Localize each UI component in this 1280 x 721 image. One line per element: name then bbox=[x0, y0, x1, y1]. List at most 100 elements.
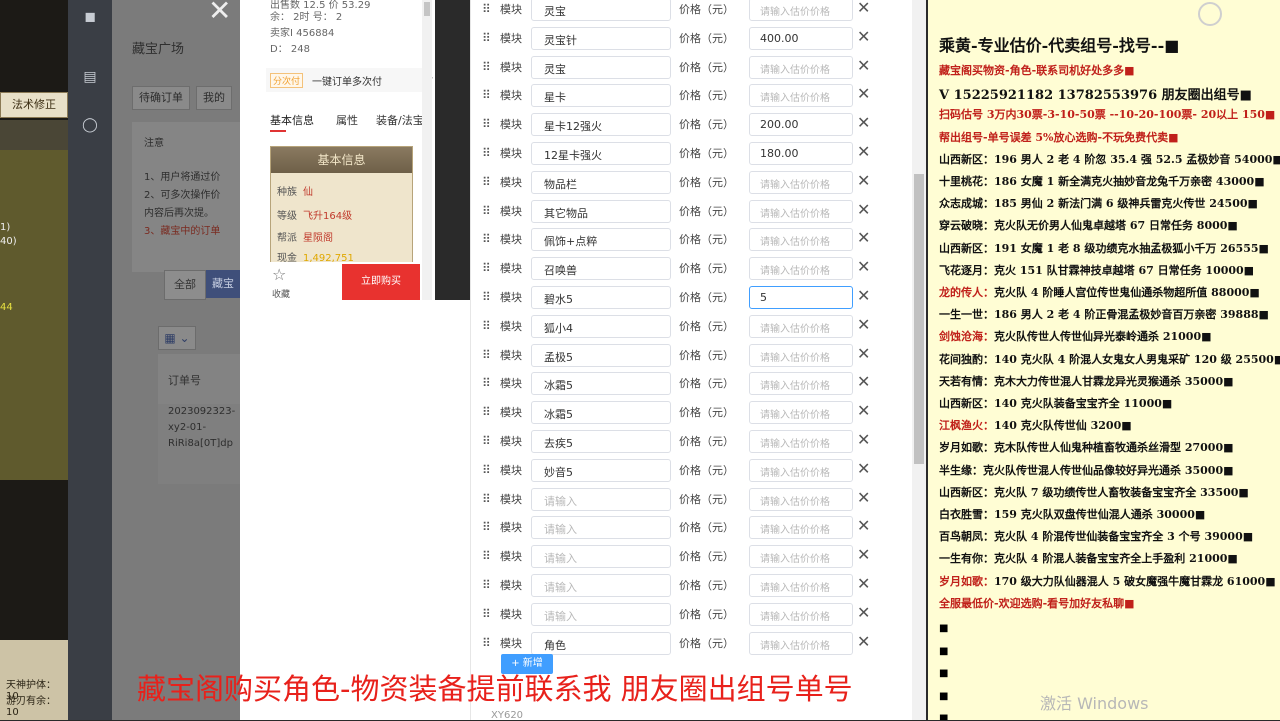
delete-row-icon[interactable]: ✕ bbox=[857, 56, 870, 76]
price-input[interactable]: 请输入估价价格+− bbox=[749, 401, 853, 425]
drag-handle-icon[interactable]: ⠿ bbox=[482, 146, 494, 160]
price-input[interactable]: 请输入估价价格+− bbox=[749, 372, 853, 396]
order-row[interactable]: 2023092323- xy2-01- RiRi8a[0T]dp bbox=[158, 404, 240, 484]
installment-promo[interactable]: 分次付 一键订单多次付 › bbox=[266, 68, 434, 92]
delete-row-icon[interactable]: ✕ bbox=[857, 171, 870, 191]
app-logo-icon[interactable]: ◼ bbox=[81, 8, 99, 26]
price-input[interactable]: 请输入估价价格+− bbox=[749, 545, 853, 569]
module-name-input[interactable]: 灵宝 bbox=[531, 0, 671, 21]
drag-handle-icon[interactable]: ⠿ bbox=[482, 261, 494, 275]
drag-handle-icon[interactable]: ⠿ bbox=[482, 376, 494, 390]
delete-row-icon[interactable]: ✕ bbox=[857, 372, 870, 392]
delete-row-icon[interactable]: ✕ bbox=[857, 315, 870, 335]
module-name-input[interactable]: 召唤兽 bbox=[531, 257, 671, 281]
delete-row-icon[interactable]: ✕ bbox=[857, 0, 870, 18]
drag-handle-icon[interactable]: ⠿ bbox=[482, 463, 494, 477]
delete-row-icon[interactable]: ✕ bbox=[857, 545, 870, 565]
price-input[interactable]: 5+− bbox=[749, 286, 853, 309]
module-name-input[interactable]: 请输入 bbox=[531, 516, 671, 540]
close-icon[interactable]: ✕ bbox=[208, 0, 231, 27]
drag-handle-icon[interactable]: ⠿ bbox=[482, 204, 494, 218]
drag-handle-icon[interactable]: ⠿ bbox=[482, 88, 494, 102]
module-name-input[interactable]: 灵宝 bbox=[531, 55, 671, 79]
drag-handle-icon[interactable]: ⠿ bbox=[482, 405, 494, 419]
favorite-label[interactable]: 收藏 bbox=[272, 287, 290, 300]
document-icon[interactable]: ▤ bbox=[81, 68, 99, 86]
price-input[interactable]: 请输入估价价格+− bbox=[749, 430, 853, 453]
price-input[interactable]: 请输入估价价格+− bbox=[749, 458, 853, 482]
delete-row-icon[interactable]: ✕ bbox=[857, 228, 870, 248]
delete-row-icon[interactable]: ✕ bbox=[857, 27, 870, 47]
price-input[interactable]: 请输入估价价格+− bbox=[749, 170, 853, 194]
drag-handle-icon[interactable]: ⠿ bbox=[482, 117, 494, 131]
module-name-input[interactable]: 角色 bbox=[531, 631, 671, 655]
delete-row-icon[interactable]: ✕ bbox=[857, 200, 870, 220]
price-input[interactable]: 请输入估价价格+− bbox=[749, 199, 853, 223]
drag-handle-icon[interactable]: ⠿ bbox=[482, 348, 494, 362]
price-input[interactable]: 请输入估价价格+− bbox=[749, 257, 853, 281]
tab-mine[interactable]: 我的 bbox=[196, 86, 232, 110]
module-name-input[interactable]: 12星卡强火 bbox=[531, 142, 671, 165]
price-input[interactable]: 180.00+− bbox=[749, 142, 853, 165]
scrollbar[interactable] bbox=[422, 0, 432, 300]
delete-row-icon[interactable]: ✕ bbox=[857, 286, 870, 306]
delete-row-icon[interactable]: ✕ bbox=[857, 574, 870, 594]
scrollbar-thumb[interactable] bbox=[424, 2, 430, 16]
delete-row-icon[interactable]: ✕ bbox=[857, 113, 870, 133]
price-input[interactable]: 请输入估价价格+− bbox=[749, 228, 853, 252]
price-input[interactable]: 请输入估价价格+− bbox=[749, 602, 853, 626]
module-name-input[interactable]: 星卡12强火 bbox=[531, 113, 671, 137]
delete-row-icon[interactable]: ✕ bbox=[857, 632, 870, 652]
module-name-input[interactable]: 请输入 bbox=[531, 602, 671, 626]
module-name-input[interactable]: 请输入 bbox=[531, 487, 671, 511]
price-input[interactable]: 请输入估价价格+− bbox=[749, 574, 853, 597]
filter-all-button[interactable]: 全部 bbox=[164, 270, 206, 300]
delete-row-icon[interactable]: ✕ bbox=[857, 401, 870, 421]
module-name-input[interactable]: 狐小4 bbox=[531, 314, 671, 338]
filter-treasure-button[interactable]: 藏宝 bbox=[206, 270, 240, 298]
delete-row-icon[interactable]: ✕ bbox=[857, 430, 870, 450]
module-name-input[interactable]: 灵宝针 bbox=[531, 26, 671, 50]
drag-handle-icon[interactable]: ⠿ bbox=[482, 232, 494, 246]
drag-handle-icon[interactable]: ⠿ bbox=[482, 60, 494, 74]
price-input[interactable]: 400.00+− bbox=[749, 26, 853, 50]
module-name-input[interactable]: 妙音5 bbox=[531, 458, 671, 482]
tab-equipment[interactable]: 装备/法宝 bbox=[376, 112, 424, 128]
drag-handle-icon[interactable]: ⠿ bbox=[482, 175, 494, 189]
price-input[interactable]: 200.00+− bbox=[749, 113, 853, 137]
module-name-input[interactable]: 冰霜5 bbox=[531, 372, 671, 396]
delete-row-icon[interactable]: ✕ bbox=[857, 516, 870, 536]
delete-row-icon[interactable]: ✕ bbox=[857, 84, 870, 104]
drag-handle-icon[interactable]: ⠿ bbox=[482, 549, 494, 563]
drag-handle-icon[interactable]: ⠿ bbox=[482, 434, 494, 448]
delete-row-icon[interactable]: ✕ bbox=[857, 603, 870, 623]
module-name-input[interactable]: 孟极5 bbox=[531, 343, 671, 367]
module-name-input[interactable]: 其它物品 bbox=[531, 199, 671, 223]
user-icon[interactable]: ◯ bbox=[81, 116, 99, 134]
form-scrollbar-thumb[interactable] bbox=[914, 174, 924, 464]
tab-spell-correction[interactable]: 法术修正 bbox=[0, 92, 68, 118]
module-name-input[interactable]: 碧水5 bbox=[531, 286, 671, 309]
grid-icon[interactable]: ▦ ⌄ bbox=[158, 326, 196, 350]
drag-handle-icon[interactable]: ⠿ bbox=[482, 607, 494, 621]
buy-now-button[interactable]: 立即购买 bbox=[342, 264, 420, 300]
module-name-input[interactable]: 物品栏 bbox=[531, 170, 671, 194]
price-input[interactable]: 请输入估价价格+− bbox=[749, 55, 853, 79]
module-name-input[interactable]: 请输入 bbox=[531, 574, 671, 597]
module-name-input[interactable]: 星卡 bbox=[531, 84, 671, 108]
price-input[interactable]: 请输入估价价格+− bbox=[749, 314, 853, 338]
tab-pending-orders[interactable]: 待确订单 bbox=[132, 86, 190, 110]
delete-row-icon[interactable]: ✕ bbox=[857, 344, 870, 364]
drag-handle-icon[interactable]: ⠿ bbox=[482, 520, 494, 534]
tab-basic-info[interactable]: 基本信息 bbox=[270, 112, 314, 128]
price-input[interactable]: 请输入估价价格+− bbox=[749, 0, 853, 21]
delete-row-icon[interactable]: ✕ bbox=[857, 257, 870, 277]
star-icon[interactable]: ☆ bbox=[272, 265, 286, 284]
price-input[interactable]: 请输入估价价格+− bbox=[749, 343, 853, 367]
record-icon[interactable] bbox=[1198, 2, 1222, 26]
module-name-input[interactable]: 冰霜5 bbox=[531, 401, 671, 425]
drag-handle-icon[interactable]: ⠿ bbox=[482, 31, 494, 45]
drag-handle-icon[interactable]: ⠿ bbox=[482, 578, 494, 592]
drag-handle-icon[interactable]: ⠿ bbox=[482, 319, 494, 333]
module-name-input[interactable]: 佩饰+点粹 bbox=[531, 228, 671, 252]
